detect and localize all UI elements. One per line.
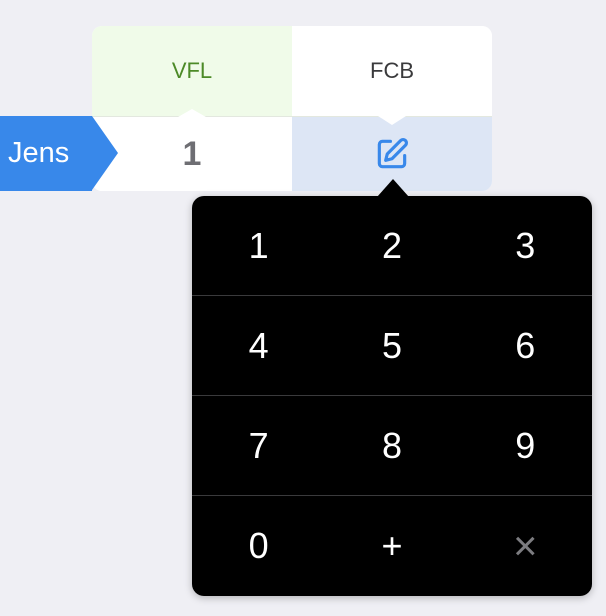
close-icon[interactable]: × (459, 496, 592, 596)
keypad-row: 7 8 9 (192, 396, 592, 496)
keypad-row: 1 2 3 (192, 196, 592, 296)
score-table: VFL FCB 1 (92, 26, 492, 191)
header-notch-home (178, 109, 206, 117)
home-score-cell[interactable]: 1 (92, 117, 293, 191)
player-name-tag: Jens (0, 116, 118, 191)
home-team-label: VFL (171, 58, 213, 83)
key-8[interactable]: 8 (325, 396, 458, 495)
key-2[interactable]: 2 (325, 196, 458, 295)
key-4[interactable]: 4 (192, 296, 325, 395)
player-name: Jens (8, 137, 70, 169)
keypad-row: 4 5 6 (192, 296, 592, 396)
key-5[interactable]: 5 (325, 296, 458, 395)
popover-arrow (377, 179, 409, 197)
key-0[interactable]: 0 (192, 496, 325, 596)
key-6[interactable]: 6 (459, 296, 592, 395)
key-1[interactable]: 1 (192, 196, 325, 295)
team-header-home: VFL (92, 26, 293, 116)
key-9[interactable]: 9 (459, 396, 592, 495)
key-7[interactable]: 7 (192, 396, 325, 495)
keypad-row: 0 + × (192, 496, 592, 596)
edit-icon[interactable] (373, 135, 411, 173)
away-team-label: FCB (370, 58, 414, 83)
team-header-away: FCB (292, 26, 492, 116)
header-notch-away (378, 116, 406, 125)
number-keypad: 1 2 3 4 5 6 7 8 9 0 + × (192, 196, 592, 596)
home-score-value: 1 (182, 134, 202, 173)
key-plus[interactable]: + (325, 496, 458, 596)
key-3[interactable]: 3 (459, 196, 592, 295)
